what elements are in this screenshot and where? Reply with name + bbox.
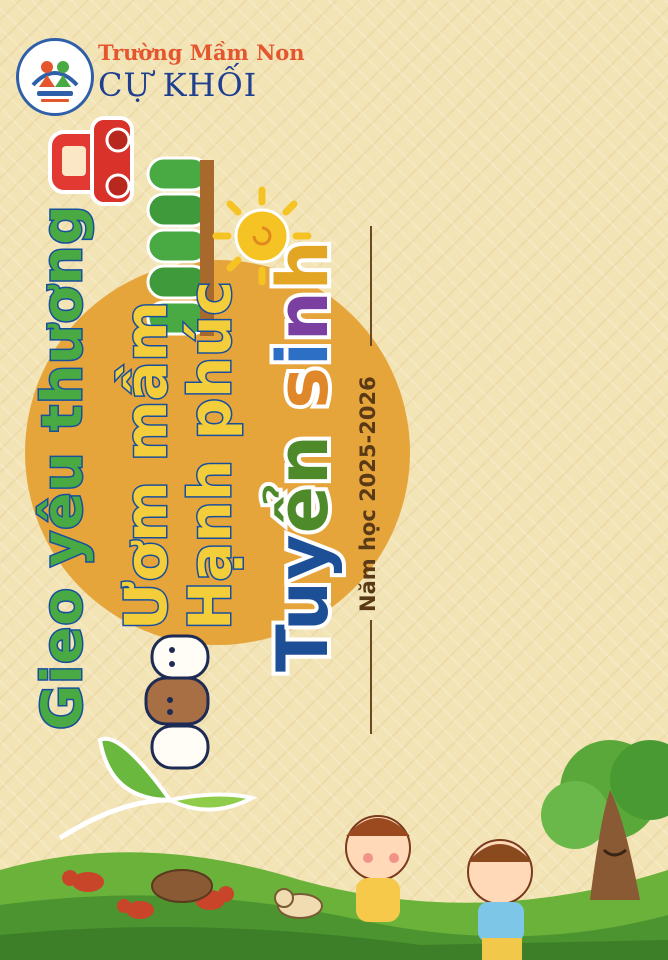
headline-letter: h bbox=[258, 235, 348, 294]
headline-letter: ể bbox=[258, 481, 348, 537]
headline-tuyen-sinh: Tuyển sinh bbox=[258, 235, 348, 676]
headline-space bbox=[262, 409, 344, 434]
nut-icon bbox=[151, 869, 213, 903]
poster: Trường Mầm Non CỰ KHỐI Gieo yêu thương Ư… bbox=[0, 0, 668, 960]
grass-hill-icon bbox=[0, 852, 668, 960]
slogan-line1: Gieo yêu thương bbox=[29, 203, 96, 732]
divider-line-bottom bbox=[370, 620, 372, 734]
divider-line-top bbox=[370, 226, 372, 346]
slogan-line3: Hạnh phúc bbox=[175, 280, 246, 632]
headline-letter: s bbox=[258, 362, 348, 413]
toy-car-icon bbox=[48, 116, 134, 206]
headline-letter: i bbox=[258, 337, 348, 370]
headline-letter: u bbox=[258, 576, 348, 635]
slogan-line2: Ươm mầm bbox=[111, 300, 182, 632]
headline-letter: n bbox=[258, 286, 348, 345]
headline-letter: T bbox=[258, 627, 348, 676]
bear-stack-icon bbox=[144, 634, 210, 770]
headline-letter: n bbox=[258, 430, 348, 489]
headline-letter: y bbox=[258, 529, 348, 584]
school-year: Năm học 2025-2026 bbox=[356, 376, 380, 612]
